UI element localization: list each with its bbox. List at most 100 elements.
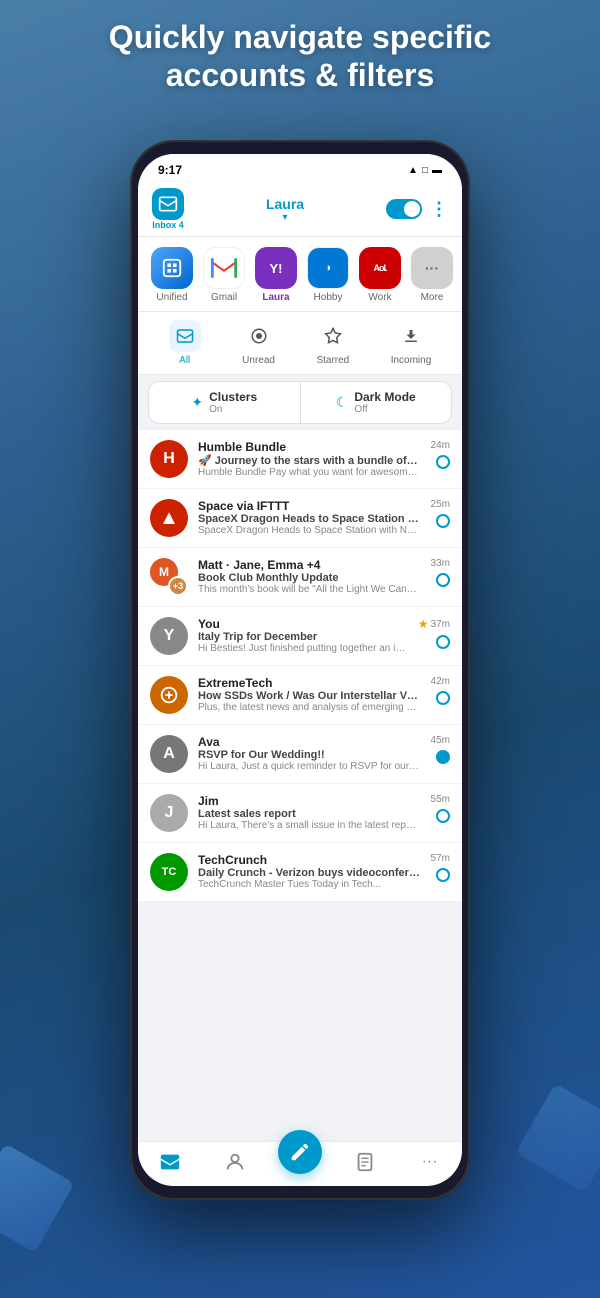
email-sender: Jim: [198, 794, 421, 808]
account-selector-btn[interactable]: Laura ▾: [194, 196, 376, 223]
email-time: 55m: [431, 794, 450, 805]
email-sender: Matt · Jane, Emma +4: [198, 558, 421, 572]
email-subject: Latest sales report: [198, 808, 421, 820]
email-sender: ExtremeTech: [198, 676, 421, 690]
inbox-badge: Inbox 4: [152, 220, 184, 230]
email-item[interactable]: TC TechCrunch Daily Crunch - Verizon buy…: [138, 843, 462, 902]
email-preview: Humble Bundle Pay what you want for awes…: [198, 467, 421, 478]
filter-all[interactable]: All: [169, 320, 201, 366]
dark-mode-toggle[interactable]: ☾ Dark Mode Off: [301, 382, 452, 423]
nav-contacts[interactable]: [203, 1150, 268, 1174]
signal-icon: □: [422, 165, 428, 176]
nav-compose[interactable]: [268, 1150, 333, 1174]
email-time: 33m: [431, 558, 450, 569]
email-time: 57m: [431, 853, 450, 864]
email-content: Humble Bundle 🚀 Journey to the stars wit…: [198, 440, 421, 478]
compose-nav-icon: [278, 1130, 322, 1174]
clusters-icon: ✦: [191, 394, 203, 411]
nav-tasks[interactable]: [332, 1150, 397, 1174]
avatar-multi: M +3: [150, 558, 188, 596]
email-meta: ★ 37m: [418, 617, 450, 649]
email-time: 25m: [431, 499, 450, 510]
email-item[interactable]: M +3 Matt · Jane, Emma +4 Book Club Mont…: [138, 548, 462, 607]
nav-inbox[interactable]: [138, 1150, 203, 1174]
email-preview: Hi Laura, Just a quick reminder to RSVP …: [198, 761, 421, 772]
contacts-nav-icon: [223, 1150, 247, 1174]
email-content: Jim Latest sales report Hi Laura, There'…: [198, 794, 421, 831]
email-preview: Hi Laura, There's a small issue in the l…: [198, 820, 421, 831]
unread-dot: [436, 691, 450, 705]
nav-more[interactable]: ···: [397, 1150, 462, 1174]
avatar: [150, 676, 188, 714]
email-meta: 24m: [431, 440, 450, 469]
email-subject: Book Club Monthly Update: [198, 572, 421, 584]
dark-mode-label: Dark Mode: [354, 390, 415, 404]
incoming-filter-icon: [395, 320, 427, 352]
unread-filter-icon: [243, 320, 275, 352]
email-subject: How SSDs Work / Was Our Interstellar Vis…: [198, 690, 421, 702]
account-hobby[interactable]: ◑ Hobby: [304, 247, 352, 303]
filter-bar: All Unread: [138, 312, 462, 375]
email-preview: Hi Besties! Just finished putting togeth…: [198, 643, 408, 654]
email-item[interactable]: H Humble Bundle 🚀 Journey to the stars w…: [138, 430, 462, 489]
unread-dot: [436, 868, 450, 882]
chevron-down-icon: ▾: [194, 212, 376, 223]
work-icon: Aol.: [359, 247, 401, 289]
email-item[interactable]: Y You Italy Trip for December Hi Besties…: [138, 607, 462, 666]
email-content: Matt · Jane, Emma +4 Book Club Monthly U…: [198, 558, 421, 595]
all-filter-label: All: [179, 355, 190, 366]
email-sender: TechCrunch: [198, 853, 421, 867]
starred-filter-icon: [317, 320, 349, 352]
more-menu-button[interactable]: ⋮: [430, 199, 448, 220]
inbox-icon[interactable]: [152, 188, 184, 220]
account-row: Unified: [138, 237, 462, 312]
email-meta: 57m: [431, 853, 450, 882]
account-more[interactable]: ··· More: [408, 247, 456, 303]
phone-screen: 9:17 ▲ □ ▬ Inbox 4: [138, 154, 462, 1186]
email-subject: SpaceX Dragon Heads to Space Station wit…: [198, 513, 421, 525]
email-item[interactable]: A Ava RSVP for Our Wedding!! Hi Laura, J…: [138, 725, 462, 784]
email-meta: 42m: [431, 676, 450, 705]
email-time: 24m: [431, 440, 450, 451]
email-sender: Ava: [198, 735, 421, 749]
inbox-nav-icon: [158, 1150, 182, 1174]
laura-icon: Y!: [255, 247, 297, 289]
email-meta: 25m: [431, 499, 450, 528]
unread-dot: [436, 750, 450, 764]
account-unified[interactable]: Unified: [148, 247, 196, 303]
dark-mode-state: Off: [354, 404, 415, 415]
gmail-icon: [203, 247, 245, 289]
email-sender: Space via IFTTT: [198, 499, 421, 513]
status-bar: 9:17 ▲ □ ▬: [138, 154, 462, 182]
header-line2: accounts & filters: [30, 56, 570, 94]
work-label: Work: [368, 292, 391, 303]
email-item[interactable]: J Jim Latest sales report Hi Laura, Ther…: [138, 784, 462, 843]
filter-incoming[interactable]: Incoming: [391, 320, 432, 366]
account-gmail[interactable]: Gmail: [200, 247, 248, 303]
laura-label: Laura: [262, 292, 289, 303]
email-item[interactable]: ExtremeTech How SSDs Work / Was Our Inte…: [138, 666, 462, 725]
clusters-toggle[interactable]: ✦ Clusters On: [149, 382, 301, 423]
status-time: 9:17: [158, 163, 182, 177]
email-list: H Humble Bundle 🚀 Journey to the stars w…: [138, 430, 462, 1141]
email-subject: Italy Trip for December: [198, 631, 408, 643]
account-work[interactable]: Aol. Work: [356, 247, 404, 303]
all-filter-icon: [169, 320, 201, 352]
incoming-filter-label: Incoming: [391, 355, 432, 366]
email-subject: RSVP for Our Wedding!!: [198, 749, 421, 761]
toggle-switch[interactable]: [386, 199, 422, 219]
email-preview: TechCrunch Master Tues Today in Tech...: [198, 879, 421, 890]
starred-filter-label: Starred: [316, 355, 349, 366]
filter-starred[interactable]: Starred: [316, 320, 349, 366]
email-content: TechCrunch Daily Crunch - Verizon buys v…: [198, 853, 421, 890]
page-header: Quickly navigate specific accounts & fil…: [0, 18, 600, 95]
email-sender: Humble Bundle: [198, 440, 421, 454]
bottom-nav: ···: [138, 1141, 462, 1186]
battery-icon: ▬: [432, 165, 442, 176]
email-time: 37m: [431, 619, 450, 630]
gmail-label: Gmail: [211, 292, 237, 303]
account-laura[interactable]: Y! Laura: [252, 247, 300, 303]
email-item[interactable]: ▲ Space via IFTTT SpaceX Dragon Heads to…: [138, 489, 462, 548]
deco-shape-2: [515, 1083, 600, 1192]
filter-unread[interactable]: Unread: [242, 320, 275, 366]
